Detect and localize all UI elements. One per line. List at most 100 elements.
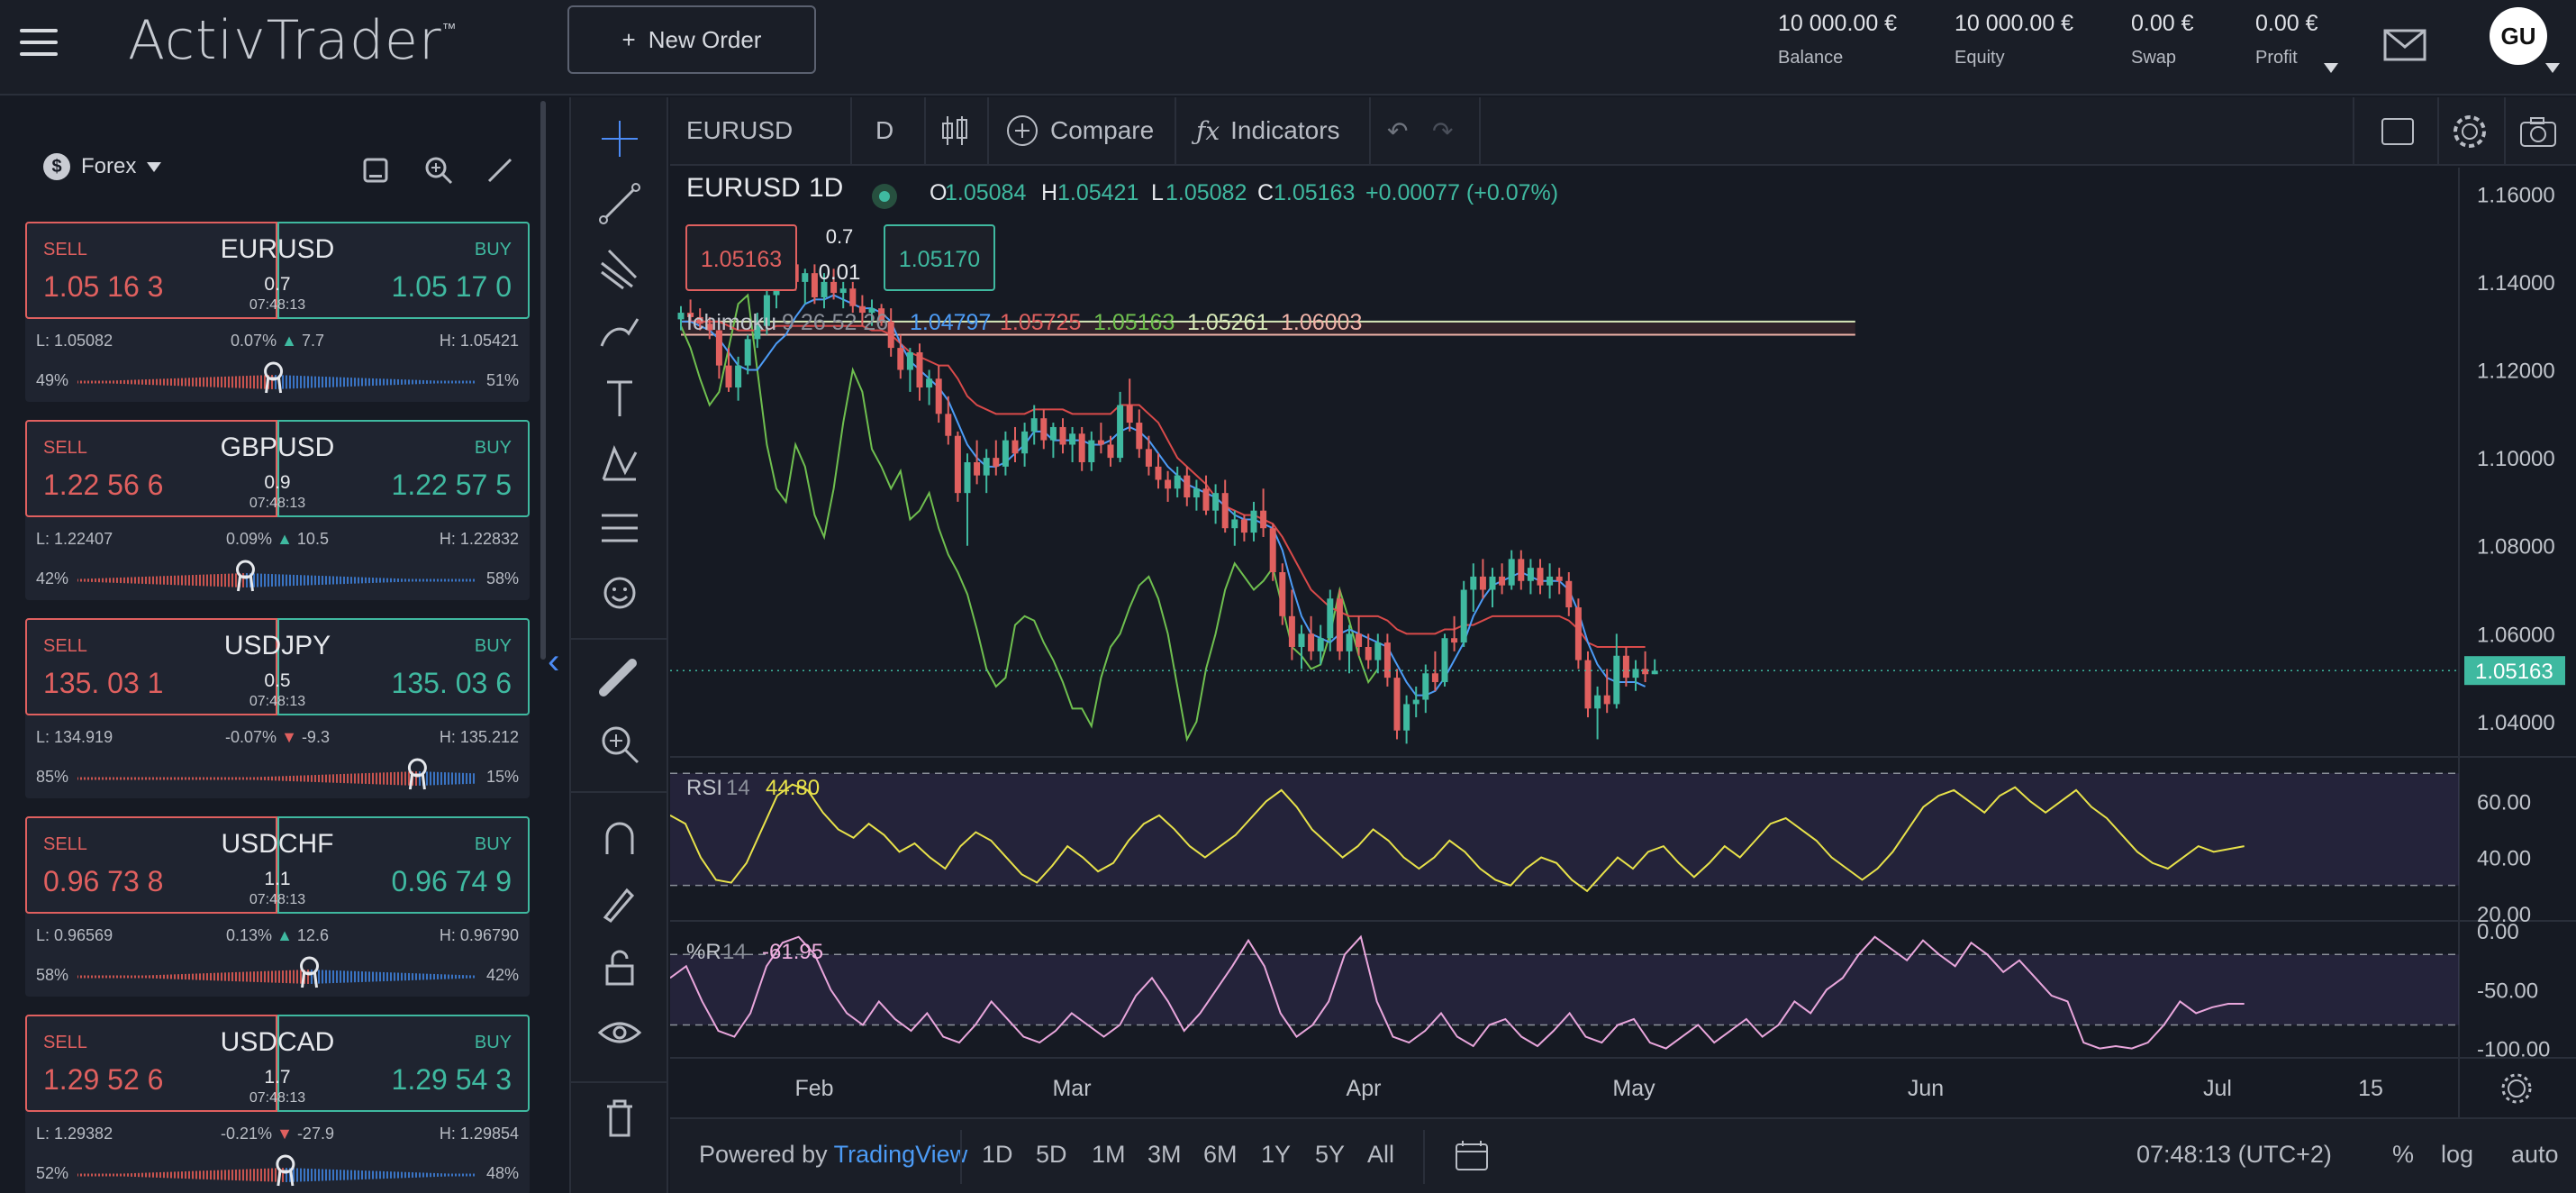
sentiment-marker-icon [235, 560, 255, 592]
emoji-icon[interactable] [596, 569, 643, 616]
ichimoku-params: 9 26 52 26 [782, 310, 888, 335]
price-tick-label: 1.06000 [2477, 623, 2555, 647]
layout-icon[interactable] [362, 157, 389, 184]
candle [1441, 633, 1448, 687]
menu-icon[interactable] [20, 29, 58, 56]
lock-icon[interactable] [596, 944, 643, 991]
sell-price[interactable]: 0.96 73 8 [43, 865, 163, 898]
range-1d[interactable]: 1D [982, 1141, 1013, 1169]
fullscreen-icon[interactable] [2380, 115, 2416, 148]
time-tick-label: Jun [1908, 1076, 1944, 1101]
sell-price[interactable]: 1.05 16 3 [43, 270, 163, 304]
rsi-param: 14 [726, 776, 750, 800]
chart-type-button[interactable] [939, 97, 971, 164]
account-dropdown-icon[interactable] [2324, 63, 2338, 73]
toolbar-separator [924, 97, 926, 164]
buy-price[interactable]: 135. 03 6 [392, 667, 512, 700]
range-5y[interactable]: 5Y [1315, 1141, 1345, 1169]
ruler-icon[interactable] [596, 656, 643, 703]
user-menu-caret-icon[interactable] [2545, 63, 2560, 73]
bottom-separator [1423, 1130, 1425, 1184]
chart-clock: 07:48:13 (UTC+2) [2136, 1141, 2332, 1168]
avatar[interactable]: GU [2490, 7, 2547, 65]
edit-icon[interactable] [486, 157, 513, 184]
tradingview-link[interactable]: TradingView [834, 1141, 968, 1168]
sell-price[interactable]: 1.22 56 6 [43, 469, 163, 502]
sentiment-marker-icon [407, 758, 427, 790]
candle-body [1594, 695, 1601, 709]
mail-icon[interactable] [2383, 29, 2426, 61]
close-label: C [1257, 180, 1274, 205]
trend-line-icon[interactable] [596, 180, 643, 227]
text-tool-icon[interactable] [596, 375, 643, 422]
candle-body [1308, 633, 1315, 651]
redo-button[interactable]: ↷ [1432, 97, 1453, 164]
pattern-icon[interactable] [596, 440, 643, 487]
visibility-icon[interactable] [596, 1009, 643, 1056]
price-chart[interactable]: 1.16000 1.14000 1.12000 1.10000 1.08000 1.060… [670, 168, 2576, 1117]
sell-price[interactable]: 135. 03 1 [43, 667, 163, 700]
range-6m[interactable]: 6M [1203, 1141, 1238, 1169]
toolbar-separator [1479, 97, 1481, 164]
dollar-icon: $ [43, 153, 70, 180]
compare-button[interactable]: Compare [1005, 97, 1154, 164]
group-selector[interactable]: $ Forex [43, 153, 162, 180]
new-order-button[interactable]: + New Order [567, 5, 816, 74]
buy-price[interactable]: 1.29 54 3 [392, 1063, 512, 1097]
watchlist-card-usdjpy[interactable]: SELL BUY USDJPY 0.5 07:48:13 135. 03 1 135. 03… [25, 618, 530, 798]
trash-icon[interactable] [596, 1094, 643, 1141]
change-points: 7.7 [301, 332, 324, 350]
fib-icon[interactable] [596, 505, 643, 551]
settings-gear-icon[interactable] [2450, 112, 2490, 151]
indicators-button[interactable]: ƒx Indicators [1196, 97, 1340, 164]
log-scale-toggle[interactable]: log [2441, 1141, 2473, 1169]
crosshair-icon[interactable] [596, 115, 643, 162]
tool-separator [571, 791, 668, 793]
watchlist-card-eurusd[interactable]: SELL BUY EURUSD 0.7 07:48:13 1.05 16 3 1.05 17… [25, 222, 530, 402]
watchlist-card-gbpusd[interactable]: SELL BUY GBPUSD 0.9 07:48:13 1.22 56 6 1.22 57… [25, 420, 530, 600]
candle [1393, 669, 1401, 740]
buy-price[interactable]: 1.05 17 0 [392, 270, 512, 304]
buy-price[interactable]: 1.22 57 5 [392, 469, 512, 502]
range-all[interactable]: All [1367, 1141, 1394, 1169]
sentiment-marker-icon [276, 1154, 295, 1187]
draw-mode-icon[interactable] [596, 879, 643, 926]
ichimoku-chikou-value: 1.05163 [1093, 310, 1175, 335]
oscillator-tick-label: 40.00 [2477, 847, 2531, 871]
auto-scale-toggle[interactable]: auto [2511, 1141, 2559, 1169]
range-1m[interactable]: 1M [1092, 1141, 1126, 1169]
range-3m[interactable]: 3M [1147, 1141, 1182, 1169]
williams-r-param: 14 [722, 940, 747, 964]
camera-icon[interactable] [2518, 115, 2558, 148]
redo-icon: ↷ [1432, 116, 1454, 145]
sell-price[interactable]: 1.29 52 6 [43, 1063, 163, 1097]
range-1y[interactable]: 1Y [1261, 1141, 1291, 1169]
candle-body [1011, 440, 1019, 454]
watchlist-scrollbar[interactable] [540, 101, 546, 660]
range-5d[interactable]: 5D [1036, 1141, 1067, 1169]
candle [1574, 598, 1582, 669]
buy-price[interactable]: 0.96 74 9 [392, 865, 512, 898]
collapse-panel-icon[interactable]: ‹ [548, 642, 559, 682]
candle-body [725, 365, 732, 388]
buy-sentiment: 48% [485, 1164, 519, 1182]
percent-scale-toggle[interactable]: % [2392, 1141, 2414, 1169]
magnet-icon[interactable] [596, 815, 643, 861]
zoom-icon[interactable] [596, 721, 643, 768]
search-icon[interactable] [423, 155, 454, 186]
symbol-search[interactable]: EURUSD [686, 97, 793, 164]
open-value: 1.05084 [945, 180, 1026, 205]
candle-body [1537, 568, 1544, 586]
candle-body [1499, 576, 1506, 586]
date-range-icon[interactable] [1454, 1139, 1490, 1173]
candle-body [1107, 444, 1114, 459]
interval-button[interactable]: D [875, 97, 893, 164]
candle-body [1002, 440, 1009, 467]
pitchfork-icon[interactable] [596, 245, 643, 292]
candle [1336, 589, 1343, 660]
brush-icon[interactable] [596, 310, 643, 357]
watchlist-card-usdcad[interactable]: SELL BUY USDCAD 1.7 07:48:13 1.29 52 6 1.29 54… [25, 1015, 530, 1193]
toolbar-separator [850, 97, 852, 164]
undo-button[interactable]: ↶ [1387, 97, 1408, 164]
watchlist-card-usdchf[interactable]: SELL BUY USDCHF 1.1 07:48:13 0.96 73 8 0.96 74… [25, 816, 530, 997]
